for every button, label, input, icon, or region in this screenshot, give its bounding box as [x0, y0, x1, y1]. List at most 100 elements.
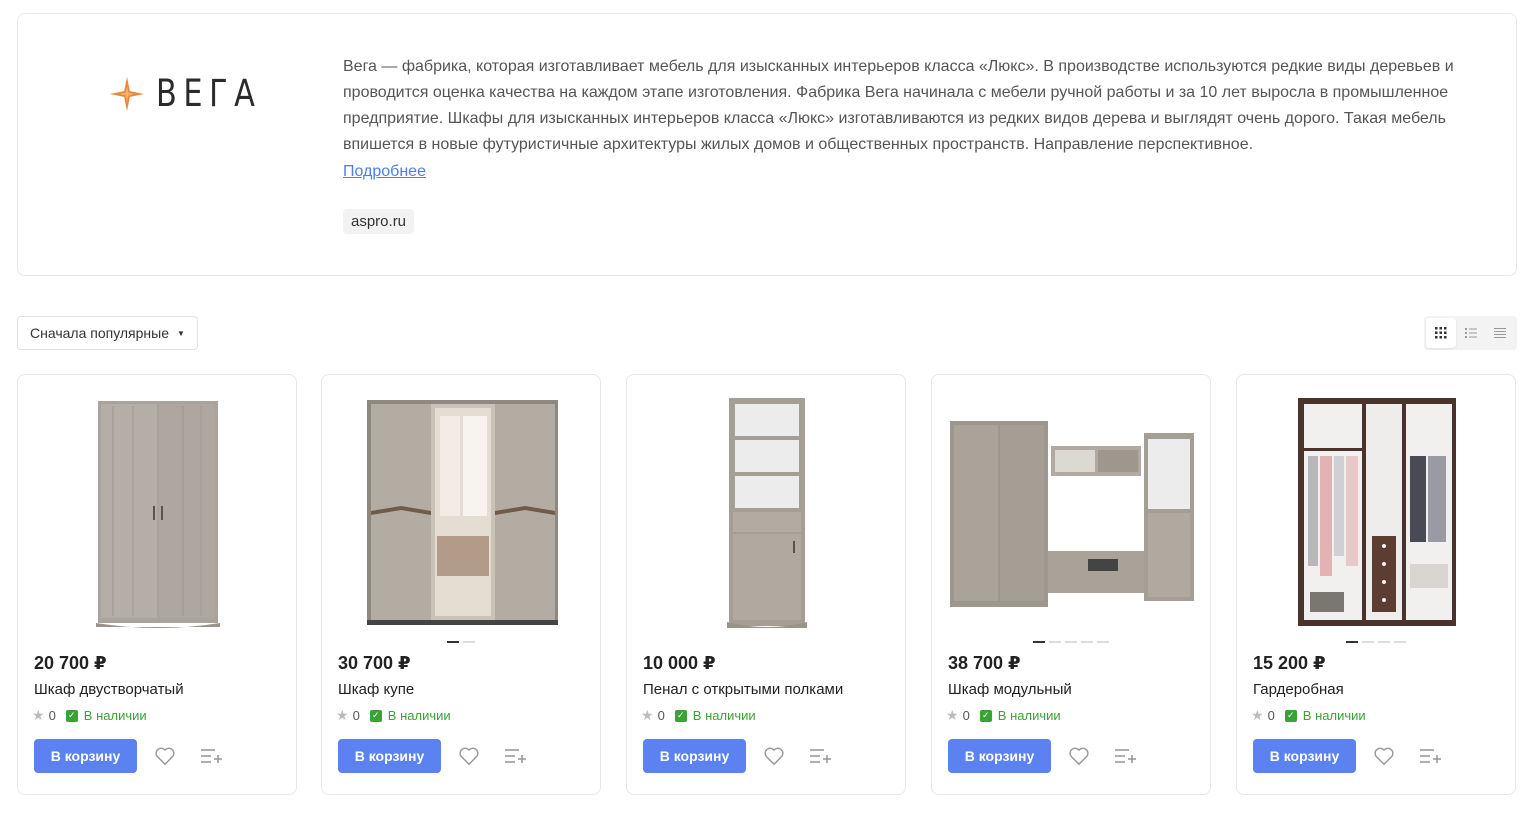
- grid-view-button[interactable]: [1426, 318, 1456, 348]
- list-view-button[interactable]: [1456, 318, 1486, 348]
- check-icon: ✓: [65, 709, 78, 722]
- add-to-cart-button[interactable]: В корзину: [1253, 739, 1356, 773]
- heart-icon[interactable]: [154, 746, 176, 766]
- slide-dot[interactable]: [447, 641, 459, 643]
- stock-label: В наличии: [83, 708, 147, 723]
- slide-dot[interactable]: [1394, 641, 1406, 643]
- star-icon: ★: [336, 707, 349, 723]
- rating-value: 0: [962, 708, 970, 723]
- stock-label: В наличии: [692, 708, 756, 723]
- heart-icon[interactable]: [1373, 746, 1395, 766]
- product-price: 30 700 ₽: [338, 653, 411, 673]
- product-card[interactable]: 20 700 ₽ Шкаф двустворчатый ★ 0 ✓ В налич…: [17, 374, 297, 795]
- check-icon: ✓: [674, 709, 687, 722]
- product-card[interactable]: 10 000 ₽ Пенал с открытыми полками ★ 0 ✓…: [626, 374, 906, 795]
- sort-label: Сначала популярные: [30, 325, 170, 341]
- add-to-cart-button[interactable]: В корзину: [34, 739, 137, 773]
- star-icon: ★: [32, 707, 45, 723]
- product-name[interactable]: Шкаф модульный: [948, 681, 1072, 698]
- heart-icon[interactable]: [1068, 746, 1090, 766]
- product-meta: ★ 0 ✓ В наличии: [32, 707, 147, 724]
- stock-status: ✓ В наличии: [1284, 708, 1366, 723]
- star-icon: ★: [641, 707, 654, 723]
- stock-status: ✓ В наличии: [979, 708, 1061, 723]
- product-price: 10 000 ₽: [643, 653, 716, 673]
- sort-dropdown[interactable]: Сначала популярные ▼: [17, 316, 198, 350]
- star-logo-icon: [109, 76, 145, 111]
- product-card[interactable]: 30 700 ₽ Шкаф купе ★ 0 ✓ В наличии В корз…: [321, 374, 601, 795]
- more-link[interactable]: Подробнее: [343, 159, 426, 185]
- product-name[interactable]: Шкаф купе: [338, 681, 414, 698]
- table-view-button[interactable]: [1485, 318, 1515, 348]
- wardrobe-image: [96, 400, 220, 628]
- slide-dot[interactable]: [1362, 641, 1374, 643]
- product-price: 20 700 ₽: [34, 653, 107, 673]
- slide-dot[interactable]: [463, 641, 475, 643]
- list-view-icon: [1464, 328, 1477, 338]
- add-to-cart-button[interactable]: В корзину: [338, 739, 441, 773]
- check-icon: ✓: [369, 709, 382, 722]
- compare-list-icon[interactable]: [503, 746, 527, 766]
- add-to-cart-button[interactable]: В корзину: [643, 739, 746, 773]
- stock-status: ✓ В наличии: [674, 708, 756, 723]
- product-image[interactable]: [34, 393, 282, 633]
- compare-list-icon[interactable]: [1113, 746, 1137, 766]
- compare-list-icon[interactable]: [808, 746, 832, 766]
- table-view-icon: [1494, 328, 1507, 338]
- slide-indicator: [1237, 641, 1515, 643]
- stock-status: ✓ В наличии: [65, 708, 147, 723]
- product-meta: ★ 0 ✓ В наличии: [336, 707, 451, 724]
- product-name[interactable]: Пенал с открытыми полками: [643, 681, 843, 698]
- product-image[interactable]: [338, 393, 586, 633]
- stock-label: В наличии: [1302, 708, 1366, 723]
- slide-indicator: [322, 641, 600, 643]
- rating-value: 0: [352, 708, 360, 723]
- rating-value: 0: [657, 708, 665, 723]
- product-card[interactable]: 15 200 ₽ Гардеробная ★ 0 ✓ В наличии В ко…: [1236, 374, 1516, 795]
- product-card[interactable]: 38 700 ₽ Шкаф модульный ★ 0 ✓ В наличии В…: [931, 374, 1211, 795]
- product-meta: ★ 0 ✓ В наличии: [641, 707, 756, 724]
- check-icon: ✓: [1284, 709, 1297, 722]
- product-name[interactable]: Гардеробная: [1253, 681, 1344, 698]
- slide-dot[interactable]: [1081, 641, 1093, 643]
- modular-wall-image: [950, 421, 1194, 607]
- pencil-case-cabinet-image: [727, 397, 807, 628]
- product-price: 15 200 ₽: [1253, 653, 1326, 673]
- check-icon: ✓: [979, 709, 992, 722]
- slide-dot[interactable]: [1346, 641, 1358, 643]
- product-name[interactable]: Шкаф двустворчатый: [34, 681, 184, 698]
- caret-down-icon: ▼: [177, 328, 185, 338]
- rating-value: 0: [1267, 708, 1275, 723]
- slide-dot[interactable]: [1065, 641, 1077, 643]
- stock-status: ✓ В наличии: [369, 708, 451, 723]
- slide-dot[interactable]: [1049, 641, 1061, 643]
- product-meta: ★ 0 ✓ В наличии: [1251, 707, 1366, 724]
- slide-dot[interactable]: [1378, 641, 1390, 643]
- add-to-cart-button[interactable]: В корзину: [948, 739, 1051, 773]
- compare-list-icon[interactable]: [199, 746, 223, 766]
- stock-label: В наличии: [387, 708, 451, 723]
- slide-dot[interactable]: [1097, 641, 1109, 643]
- grid-view-icon: [1434, 327, 1447, 339]
- brand-description: Вега — фабрика, которая изготавливает ме…: [343, 58, 1454, 153]
- view-switcher: [1424, 316, 1517, 350]
- heart-icon[interactable]: [763, 746, 785, 766]
- product-image[interactable]: [1253, 393, 1501, 633]
- star-icon: ★: [946, 707, 959, 723]
- walk-in-closet-image: [1298, 397, 1456, 626]
- product-price: 38 700 ₽: [948, 653, 1021, 673]
- product-meta: ★ 0 ✓ В наличии: [946, 707, 1061, 724]
- brand-logo: ВЕГА: [108, 72, 285, 115]
- slide-dot[interactable]: [1033, 641, 1045, 643]
- star-icon: ★: [1251, 707, 1264, 723]
- slide-indicator: [932, 641, 1210, 643]
- product-image[interactable]: [643, 393, 891, 633]
- product-image[interactable]: [948, 393, 1196, 633]
- compare-list-icon[interactable]: [1418, 746, 1442, 766]
- brand-site-tag[interactable]: aspro.ru: [343, 209, 415, 234]
- heart-icon[interactable]: [458, 746, 480, 766]
- rating-value: 0: [48, 708, 56, 723]
- stock-label: В наличии: [997, 708, 1061, 723]
- brand-logo-text: ВЕГА: [156, 72, 262, 115]
- sliding-wardrobe-image: [366, 399, 558, 625]
